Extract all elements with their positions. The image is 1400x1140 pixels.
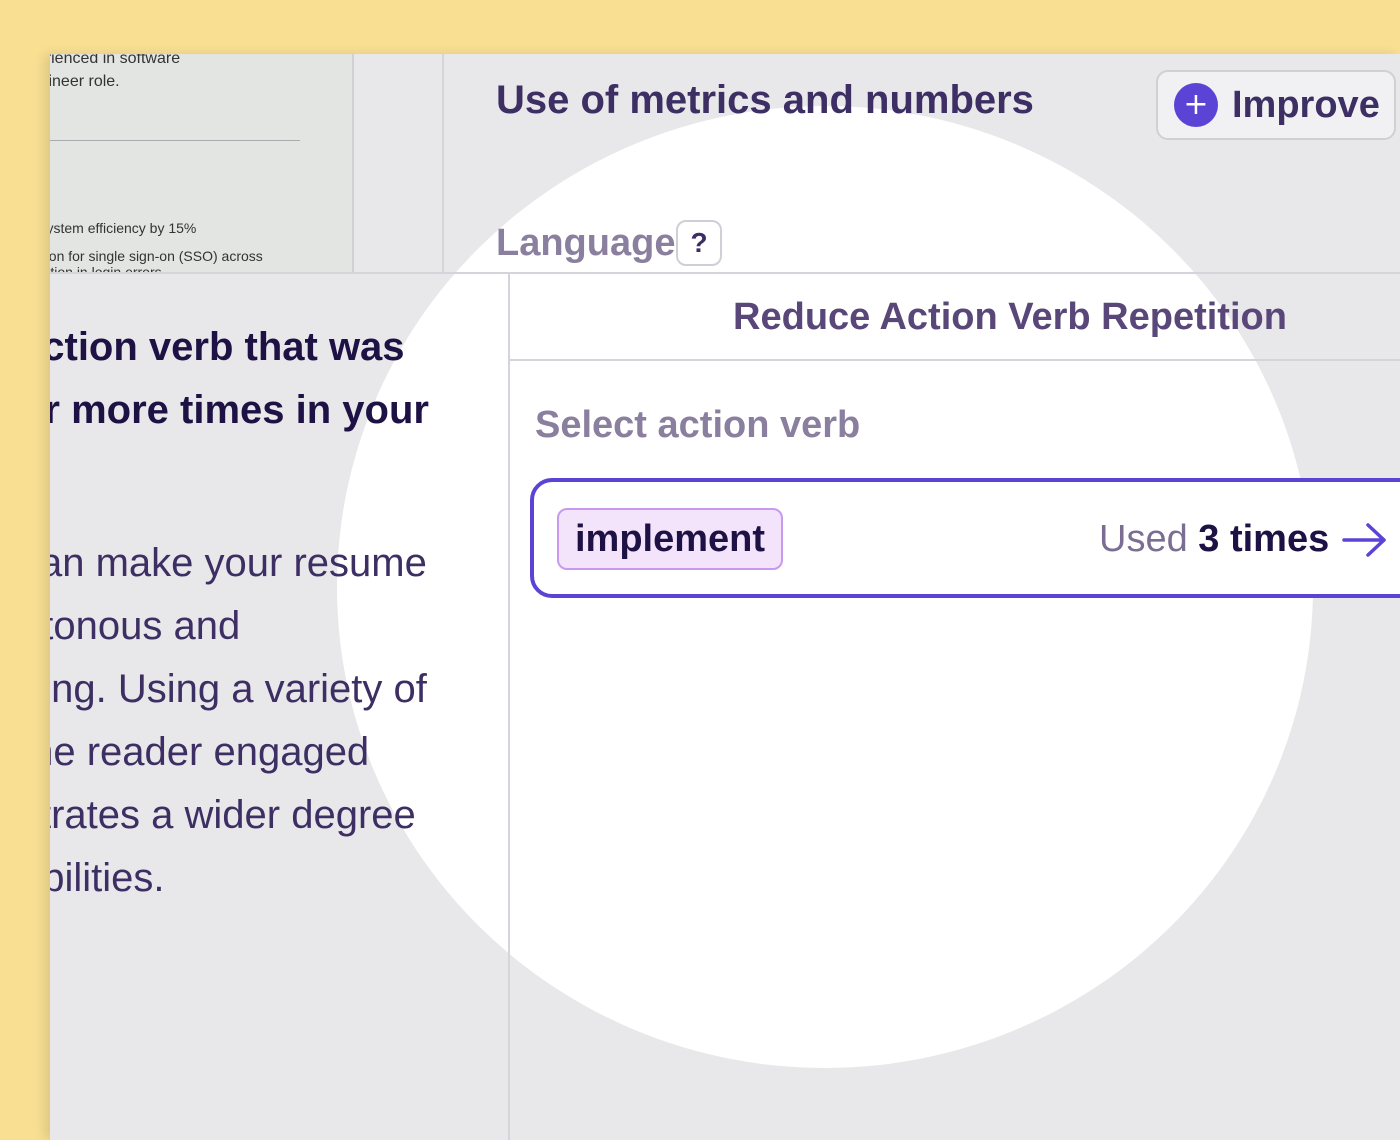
arrow-right-icon: [1342, 523, 1386, 557]
resume-bullet: tication for single sign-on (SSO) across: [50, 248, 263, 264]
body-line: can make your resume: [50, 541, 427, 585]
explanation-body: can make your resume otonous and aing. U…: [50, 532, 540, 910]
action-verb-option[interactable]: implement Used 3 times: [530, 478, 1400, 598]
usage-count: Used 3 times: [1099, 518, 1329, 561]
app-window: kperienced in software Engineer role. ed…: [50, 54, 1400, 1140]
help-button[interactable]: ?: [676, 220, 722, 266]
plus-icon: +: [1174, 83, 1218, 127]
improve-button[interactable]: + Improve: [1156, 70, 1396, 140]
select-verb-label: Select action verb: [535, 404, 861, 446]
resume-line: Engineer role.: [50, 73, 120, 90]
resume-divider: [50, 140, 300, 141]
body-line: abilities.: [50, 856, 165, 900]
heading-line: action verb that was: [50, 325, 405, 369]
panel-divider: [510, 359, 1400, 361]
resume-preview[interactable]: kperienced in software Engineer role. ed…: [50, 54, 354, 272]
body-line: the reader engaged: [50, 730, 370, 774]
usage-times: 3 times: [1198, 518, 1330, 560]
vertical-divider: [442, 54, 444, 272]
resume-bullet: eduction in login errors: [50, 264, 162, 272]
improve-label: Improve: [1232, 83, 1380, 126]
resume-line: kperienced in software: [50, 54, 181, 67]
explanation-heading: action verb that was or more times in yo…: [50, 316, 520, 442]
heading-line: or more times in your: [50, 388, 429, 432]
resume-bullet: ed system efficiency by 15%: [50, 220, 197, 236]
body-line: strates a wider degree: [50, 793, 416, 837]
verb-chip: implement: [557, 508, 784, 570]
metrics-section-title: Use of metrics and numbers: [496, 78, 1034, 122]
language-section-label: Language: [496, 222, 676, 264]
body-line: otonous and: [50, 604, 241, 648]
panel-title: Reduce Action Verb Repetition: [733, 295, 1287, 338]
body-line: aing. Using a variety of: [50, 667, 427, 711]
usage-prefix: Used: [1099, 518, 1199, 560]
